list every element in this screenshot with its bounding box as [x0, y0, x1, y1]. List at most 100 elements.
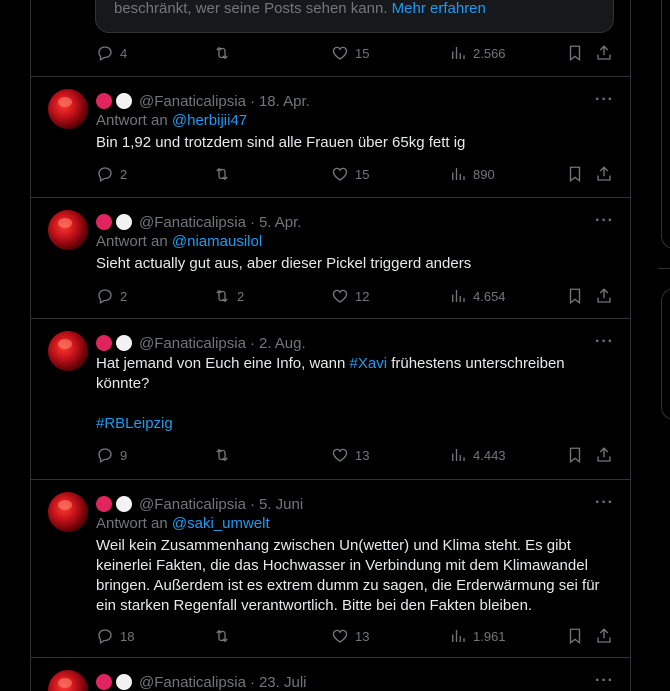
notice-box: beschränkt, wer seine Posts sehen kann. … [95, 0, 614, 33]
reply-icon [98, 289, 112, 304]
share-button[interactable] [595, 44, 613, 62]
views-count: 2.566 [473, 45, 506, 61]
more-options-icon[interactable]: ··· [595, 672, 614, 690]
tweet-hashtag-line: #RBLeipzig [96, 414, 616, 434]
more-options-icon[interactable]: ··· [595, 91, 614, 109]
tweet[interactable]: @Fanaticalipsia · 5. Apr. ··· Antwort an @… [31, 198, 630, 319]
retweet-button[interactable]: 2 [213, 287, 244, 305]
heart-icon [332, 629, 348, 643]
bookmark-icon [569, 45, 581, 62]
like-count: 15 [355, 166, 370, 182]
like-button[interactable]: 15 [331, 44, 369, 62]
tweet-header: @Fanaticalipsia · 23. Juli [96, 672, 306, 691]
mention-link[interactable]: @herbijii47 [172, 112, 247, 129]
tweet-date[interactable]: 5. Juni [259, 496, 303, 513]
user-handle[interactable]: @Fanaticalipsia [139, 335, 246, 352]
retweet-count: 2 [237, 288, 245, 304]
avatar[interactable] [48, 89, 88, 129]
tweet-date[interactable]: 5. Apr. [259, 214, 302, 231]
right-sidebar-edge [629, 0, 670, 691]
retweet-button[interactable] [213, 446, 237, 464]
tweet-date[interactable]: 18. Apr. [259, 93, 310, 110]
user-handle[interactable]: @Fanaticalipsia [139, 674, 246, 691]
reply-icon [98, 46, 112, 61]
red-circle-emoji [96, 674, 112, 690]
tweet-text: Hat jemand von Euch eine Info, wann #Xav… [96, 355, 565, 392]
mention-link[interactable]: @saki_umwelt [172, 515, 270, 532]
bookmark-button[interactable] [566, 44, 584, 62]
retweet-icon [216, 46, 228, 60]
tweet-date[interactable]: 2. Aug. [259, 335, 306, 352]
bookmark-button[interactable] [566, 446, 584, 464]
share-button[interactable] [595, 287, 613, 305]
reply-button[interactable]: 2 [96, 287, 127, 305]
avatar[interactable] [48, 210, 88, 250]
divider [658, 268, 670, 269]
retweet-button[interactable] [213, 44, 237, 62]
retweet-button[interactable] [213, 165, 237, 183]
more-options-icon[interactable]: ··· [595, 333, 614, 351]
like-button[interactable]: 15 [331, 165, 369, 183]
tweet[interactable]: @Fanaticalipsia · 2. Aug. ··· Hat jemand v… [31, 319, 630, 480]
views-icon [452, 449, 465, 461]
tweet-header: @Fanaticalipsia · 2. Aug. [96, 333, 306, 353]
views-button[interactable]: 890 [449, 165, 495, 183]
views-button[interactable]: 4.654 [449, 287, 506, 305]
heart-icon [332, 46, 348, 60]
reply-button[interactable]: 2 [96, 165, 127, 183]
retweet-button[interactable] [213, 627, 237, 645]
more-options-icon[interactable]: ··· [595, 494, 614, 512]
tweet-text: Sieht actually gut aus, aber dieser Pick… [96, 255, 472, 272]
red-circle-emoji [96, 93, 112, 109]
reply-to-line: Antwort an @herbijii47 [96, 112, 248, 129]
retweet-icon [216, 448, 228, 462]
reply-to-line: Antwort an @saki_umwelt [96, 515, 270, 532]
views-count: 4.654 [473, 288, 506, 304]
tweet[interactable]: @Fanaticalipsia · 5. Juni ··· Antwort an @… [31, 480, 630, 658]
share-button[interactable] [595, 446, 613, 464]
tweet-actions: 2 2 12 4.654 [96, 287, 616, 307]
tweet-actions: 4 15 2.566 [96, 44, 616, 64]
bookmark-button[interactable] [566, 627, 584, 645]
sidebar-panel [661, 0, 670, 249]
tweet-actions: 2 15 890 [96, 165, 616, 185]
share-button[interactable] [595, 627, 613, 645]
bookmark-icon [569, 628, 581, 645]
hashtag-link[interactable]: #RBLeipzig [96, 415, 173, 432]
white-circle-emoji [116, 335, 132, 351]
tweet-date[interactable]: 23. Juli [259, 674, 307, 691]
reply-button[interactable]: 9 [96, 446, 127, 464]
bookmark-button[interactable] [566, 165, 584, 183]
share-button[interactable] [595, 165, 613, 183]
separator: · [249, 495, 255, 513]
retweet-icon [216, 629, 228, 643]
views-icon [452, 290, 465, 302]
views-count: 4.443 [473, 447, 506, 463]
user-handle[interactable]: @Fanaticalipsia [139, 93, 246, 110]
tweet[interactable]: @Fanaticalipsia · 18. Apr. ··· Antwort an … [31, 77, 630, 198]
separator: · [249, 334, 255, 352]
like-button[interactable]: 13 [331, 627, 369, 645]
views-icon [452, 168, 465, 180]
avatar[interactable] [48, 670, 88, 691]
mention-link[interactable]: @niamausilol [172, 233, 262, 250]
reply-button[interactable]: 4 [96, 44, 127, 62]
views-button[interactable]: 1.961 [449, 627, 506, 645]
separator: · [249, 673, 255, 691]
bookmark-button[interactable] [566, 287, 584, 305]
views-button[interactable]: 4.443 [449, 446, 506, 464]
like-button[interactable]: 12 [331, 287, 369, 305]
user-handle[interactable]: @Fanaticalipsia [139, 214, 246, 231]
more-options-icon[interactable]: ··· [595, 212, 614, 230]
tweet-header: @Fanaticalipsia · 5. Juni [96, 494, 303, 514]
tweet-actions: 9 13 4.443 [96, 446, 616, 466]
tweet[interactable]: @Fanaticalipsia · 23. Juli ··· [31, 658, 630, 691]
avatar[interactable] [48, 331, 88, 371]
like-button[interactable]: 13 [331, 446, 369, 464]
user-handle[interactable]: @Fanaticalipsia [139, 496, 246, 513]
avatar[interactable] [48, 492, 88, 532]
hashtag-link[interactable]: #Xavi [350, 355, 388, 372]
learn-more-link[interactable]: Mehr erfahren [392, 0, 486, 17]
reply-button[interactable]: 18 [96, 627, 134, 645]
views-button[interactable]: 2.566 [449, 44, 506, 62]
